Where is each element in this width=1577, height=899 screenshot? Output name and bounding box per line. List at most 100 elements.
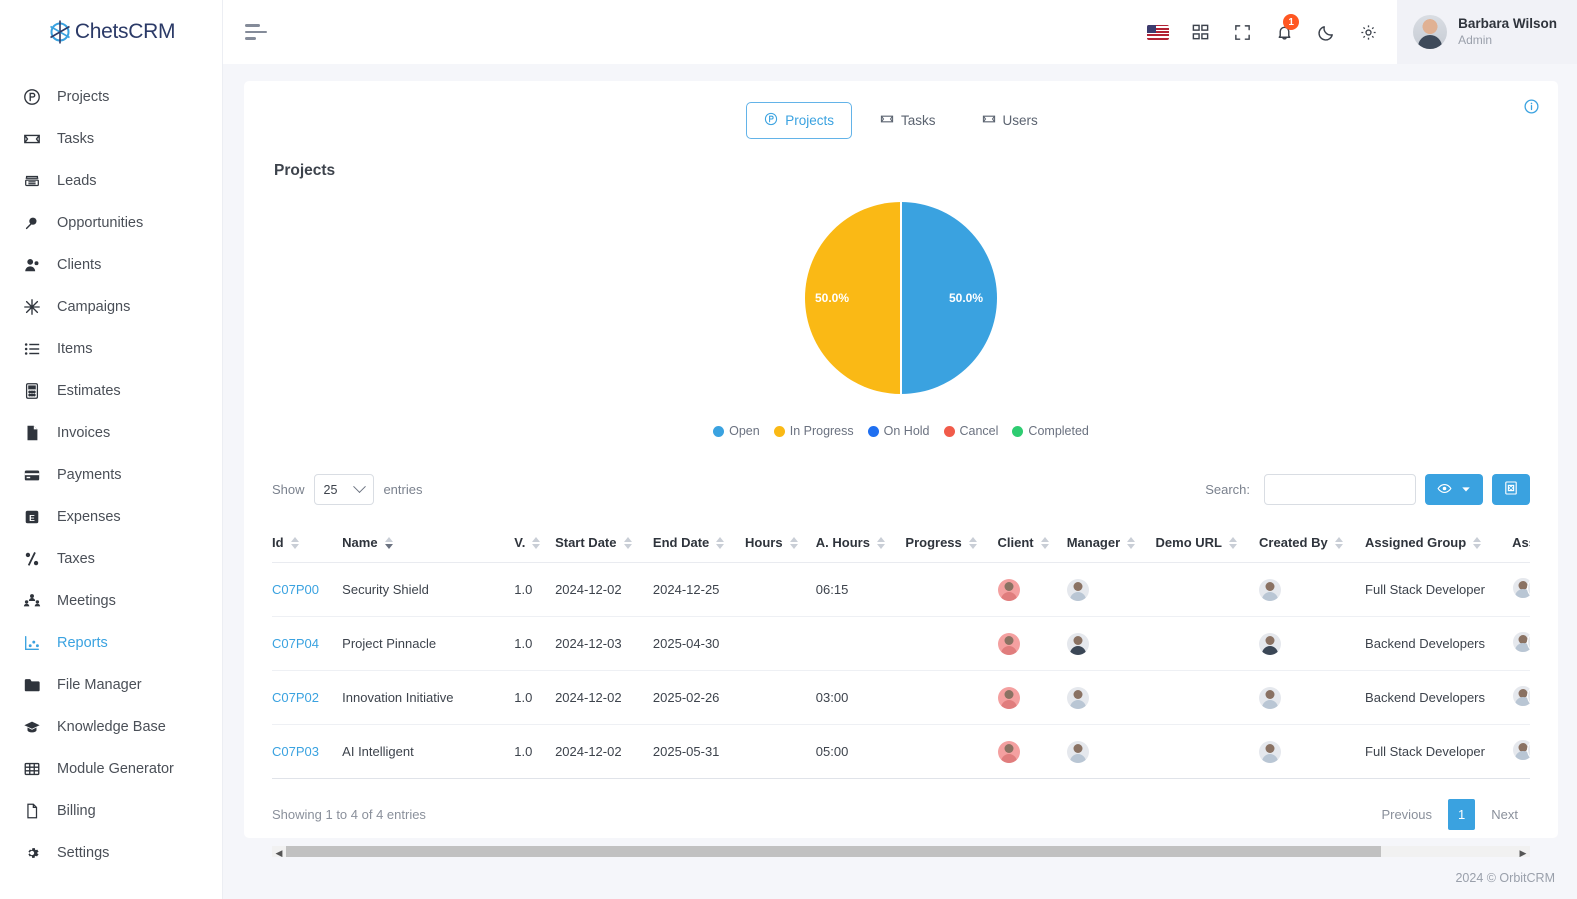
- sidebar-item-file-manager[interactable]: File Manager: [0, 664, 222, 706]
- sort-toggle-icon[interactable]: [532, 536, 541, 549]
- sort-toggle-icon[interactable]: [1040, 536, 1049, 549]
- sidebar-item-estimates[interactable]: Estimates: [0, 370, 222, 412]
- cell-id[interactable]: C07P03: [272, 724, 343, 779]
- horizontal-scrollbar[interactable]: ◀ ▶: [272, 846, 1530, 857]
- column-header-assigned-to[interactable]: Assigned To: [1512, 523, 1530, 563]
- table-row[interactable]: C07P02 Innovation Initiative 1.0 2024-12-02…: [272, 670, 1530, 725]
- sort-toggle-icon[interactable]: [1473, 536, 1482, 549]
- user-menu[interactable]: Barbara Wilson Admin: [1397, 0, 1577, 64]
- sort-toggle-icon[interactable]: [623, 536, 632, 549]
- legend-item-completed[interactable]: Completed: [1012, 424, 1089, 438]
- created-by-avatar[interactable]: [1259, 632, 1282, 655]
- table-row[interactable]: C07P03 AI Intelligent 1.0 2024-12-02 2025-05…: [272, 724, 1530, 779]
- gear-icon[interactable]: [1347, 0, 1389, 64]
- flag-us-icon[interactable]: [1137, 0, 1179, 64]
- created-by-avatar[interactable]: [1259, 686, 1282, 709]
- pagination-previous[interactable]: Previous: [1369, 800, 1444, 829]
- column-header-hours[interactable]: Hours: [744, 523, 816, 563]
- legend-item-on-hold[interactable]: On Hold: [867, 424, 930, 438]
- column-header-id[interactable]: Id: [272, 523, 343, 563]
- column-header-v[interactable]: V.: [514, 523, 556, 563]
- column-header-client[interactable]: Client: [997, 523, 1067, 563]
- tab-tasks[interactable]: Tasks: [862, 102, 954, 139]
- cell-id[interactable]: C07P04: [272, 616, 343, 671]
- sort-toggle-icon[interactable]: [1228, 536, 1237, 549]
- column-header-name[interactable]: Name: [342, 523, 515, 563]
- tab-projects[interactable]: Projects: [746, 102, 852, 139]
- column-header-progress[interactable]: Progress: [905, 523, 998, 563]
- project-id-link[interactable]: C07P00: [272, 582, 319, 597]
- scrollbar-thumb[interactable]: [286, 846, 1381, 857]
- sidebar-item-module-generator[interactable]: Module Generator: [0, 748, 222, 790]
- column-header-manager[interactable]: Manager: [1066, 523, 1156, 563]
- hamburger-icon[interactable]: [245, 24, 267, 40]
- created-by-avatar[interactable]: [1259, 578, 1282, 601]
- sort-toggle-icon[interactable]: [1127, 536, 1136, 549]
- pagination-next[interactable]: Next: [1479, 800, 1530, 829]
- column-header-end-date[interactable]: End Date: [652, 523, 745, 563]
- client-avatar[interactable]: [997, 740, 1020, 763]
- scrollbar-track[interactable]: [286, 846, 1516, 857]
- sidebar-item-clients[interactable]: Clients: [0, 244, 222, 286]
- scroll-right-arrow[interactable]: ▶: [1516, 848, 1530, 857]
- export-excel-button[interactable]: [1492, 474, 1530, 505]
- sidebar-item-expenses[interactable]: E Expenses: [0, 496, 222, 538]
- sidebar-item-reports[interactable]: Reports: [0, 622, 222, 664]
- client-avatar[interactable]: [997, 578, 1020, 601]
- search-input[interactable]: [1264, 474, 1416, 505]
- sidebar-item-billing[interactable]: Billing: [0, 790, 222, 832]
- sort-toggle-icon[interactable]: [968, 536, 977, 549]
- column-header-created-by[interactable]: Created By: [1259, 523, 1366, 563]
- column-header-a-hours[interactable]: A. Hours: [815, 523, 906, 563]
- sort-toggle-icon[interactable]: [876, 536, 885, 549]
- sidebar-item-leads[interactable]: Leads: [0, 160, 222, 202]
- legend-item-open[interactable]: Open: [713, 424, 760, 438]
- sort-toggle-icon[interactable]: [290, 536, 299, 549]
- sort-toggle-icon[interactable]: [789, 536, 798, 549]
- sort-toggle-icon[interactable]: [384, 536, 393, 549]
- sidebar-item-invoices[interactable]: Invoices: [0, 412, 222, 454]
- manager-avatar[interactable]: [1066, 632, 1089, 655]
- cell-id[interactable]: C07P02: [272, 670, 343, 725]
- project-id-link[interactable]: C07P03: [272, 744, 319, 759]
- sidebar-item-opportunities[interactable]: Opportunities: [0, 202, 222, 244]
- sidebar-item-taxes[interactable]: Taxes: [0, 538, 222, 580]
- sidebar-item-projects[interactable]: Projects: [0, 76, 222, 118]
- moon-icon[interactable]: [1305, 0, 1347, 64]
- sort-toggle-icon[interactable]: [1334, 536, 1343, 549]
- pagination-page-1[interactable]: 1: [1448, 799, 1476, 830]
- table-row[interactable]: C07P04 Project Pinnacle 1.0 2024-12-03 2025-…: [272, 616, 1530, 671]
- sidebar-item-items[interactable]: Items: [0, 328, 222, 370]
- scroll-left-arrow[interactable]: ◀: [272, 848, 286, 857]
- column-header-assigned-group[interactable]: Assigned Group: [1365, 523, 1513, 563]
- assigned-to-avatars[interactable]: [1512, 631, 1530, 653]
- sort-toggle-icon[interactable]: [716, 536, 725, 549]
- column-visibility-button[interactable]: [1425, 474, 1483, 505]
- sidebar-item-payments[interactable]: Payments: [0, 454, 222, 496]
- project-id-link[interactable]: C07P02: [272, 690, 319, 705]
- brand-logo[interactable]: ChetsCRM: [0, 0, 222, 64]
- manager-avatar[interactable]: [1066, 686, 1089, 709]
- project-id-link[interactable]: C07P04: [272, 636, 319, 651]
- created-by-avatar[interactable]: [1259, 740, 1282, 763]
- client-avatar[interactable]: [997, 686, 1020, 709]
- apps-grid-icon[interactable]: [1179, 0, 1221, 64]
- info-circle-icon[interactable]: [1523, 98, 1540, 120]
- column-header-start-date[interactable]: Start Date: [555, 523, 653, 563]
- tab-users[interactable]: Users: [964, 102, 1056, 139]
- sidebar-item-meetings[interactable]: Meetings: [0, 580, 222, 622]
- column-header-demo-url[interactable]: Demo URL: [1155, 523, 1260, 563]
- legend-item-cancel[interactable]: Cancel: [943, 424, 998, 438]
- assigned-to-avatars[interactable]: [1512, 739, 1530, 761]
- page-size-select[interactable]: 25: [313, 474, 375, 505]
- cell-id[interactable]: C07P00: [272, 562, 343, 617]
- sidebar-item-tasks[interactable]: Tasks: [0, 118, 222, 160]
- sidebar-item-knowledge-base[interactable]: Knowledge Base: [0, 706, 222, 748]
- bell-icon[interactable]: 1: [1263, 0, 1305, 64]
- table-row[interactable]: C07P00 Security Shield 1.0 2024-12-02 2024-1…: [272, 562, 1530, 617]
- sidebar-item-settings[interactable]: Settings: [0, 832, 222, 874]
- assigned-to-avatars[interactable]: [1512, 577, 1530, 599]
- manager-avatar[interactable]: [1066, 740, 1089, 763]
- legend-item-in-progress[interactable]: In Progress: [773, 424, 854, 438]
- sidebar-item-campaigns[interactable]: Campaigns: [0, 286, 222, 328]
